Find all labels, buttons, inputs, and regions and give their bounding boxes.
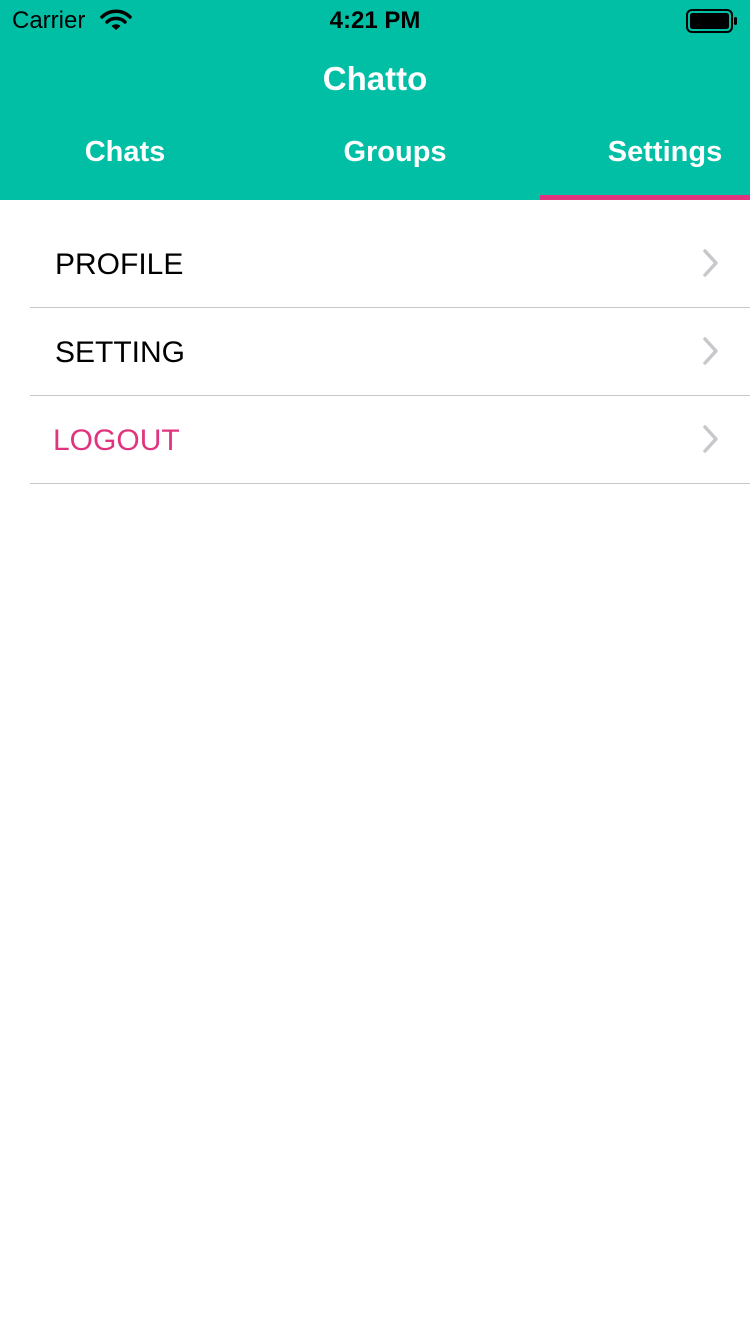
menu-item-profile[interactable]: PROFILE bbox=[0, 220, 750, 308]
menu-item-label: SETTING bbox=[55, 336, 186, 369]
tab-chats[interactable]: Chats bbox=[0, 136, 250, 180]
menu-item-label: LOGOUT bbox=[53, 424, 180, 457]
row-divider bbox=[30, 483, 750, 484]
app-header: Carrier 4:21 PM Chatto Chats Groups Sett… bbox=[0, 0, 750, 200]
menu-item-logout[interactable]: LOGOUT bbox=[0, 396, 750, 484]
status-time: 4:21 PM bbox=[329, 7, 421, 34]
chevron-right-icon bbox=[703, 337, 718, 365]
menu-item-setting[interactable]: SETTING bbox=[0, 308, 750, 396]
battery-icon bbox=[686, 9, 737, 33]
tab-selected-indicator bbox=[540, 195, 750, 200]
tab-groups[interactable]: Groups bbox=[270, 136, 520, 180]
tab-settings[interactable]: Settings bbox=[540, 136, 750, 180]
chevron-right-icon bbox=[703, 249, 718, 277]
menu-item-label: PROFILE bbox=[55, 248, 184, 281]
page-title: Chatto bbox=[322, 60, 428, 97]
chevron-right-icon bbox=[703, 425, 718, 453]
status-bar: Carrier 4:21 PM bbox=[0, 0, 750, 40]
settings-menu-list: PROFILE SETTING LOGOUT bbox=[0, 220, 750, 484]
